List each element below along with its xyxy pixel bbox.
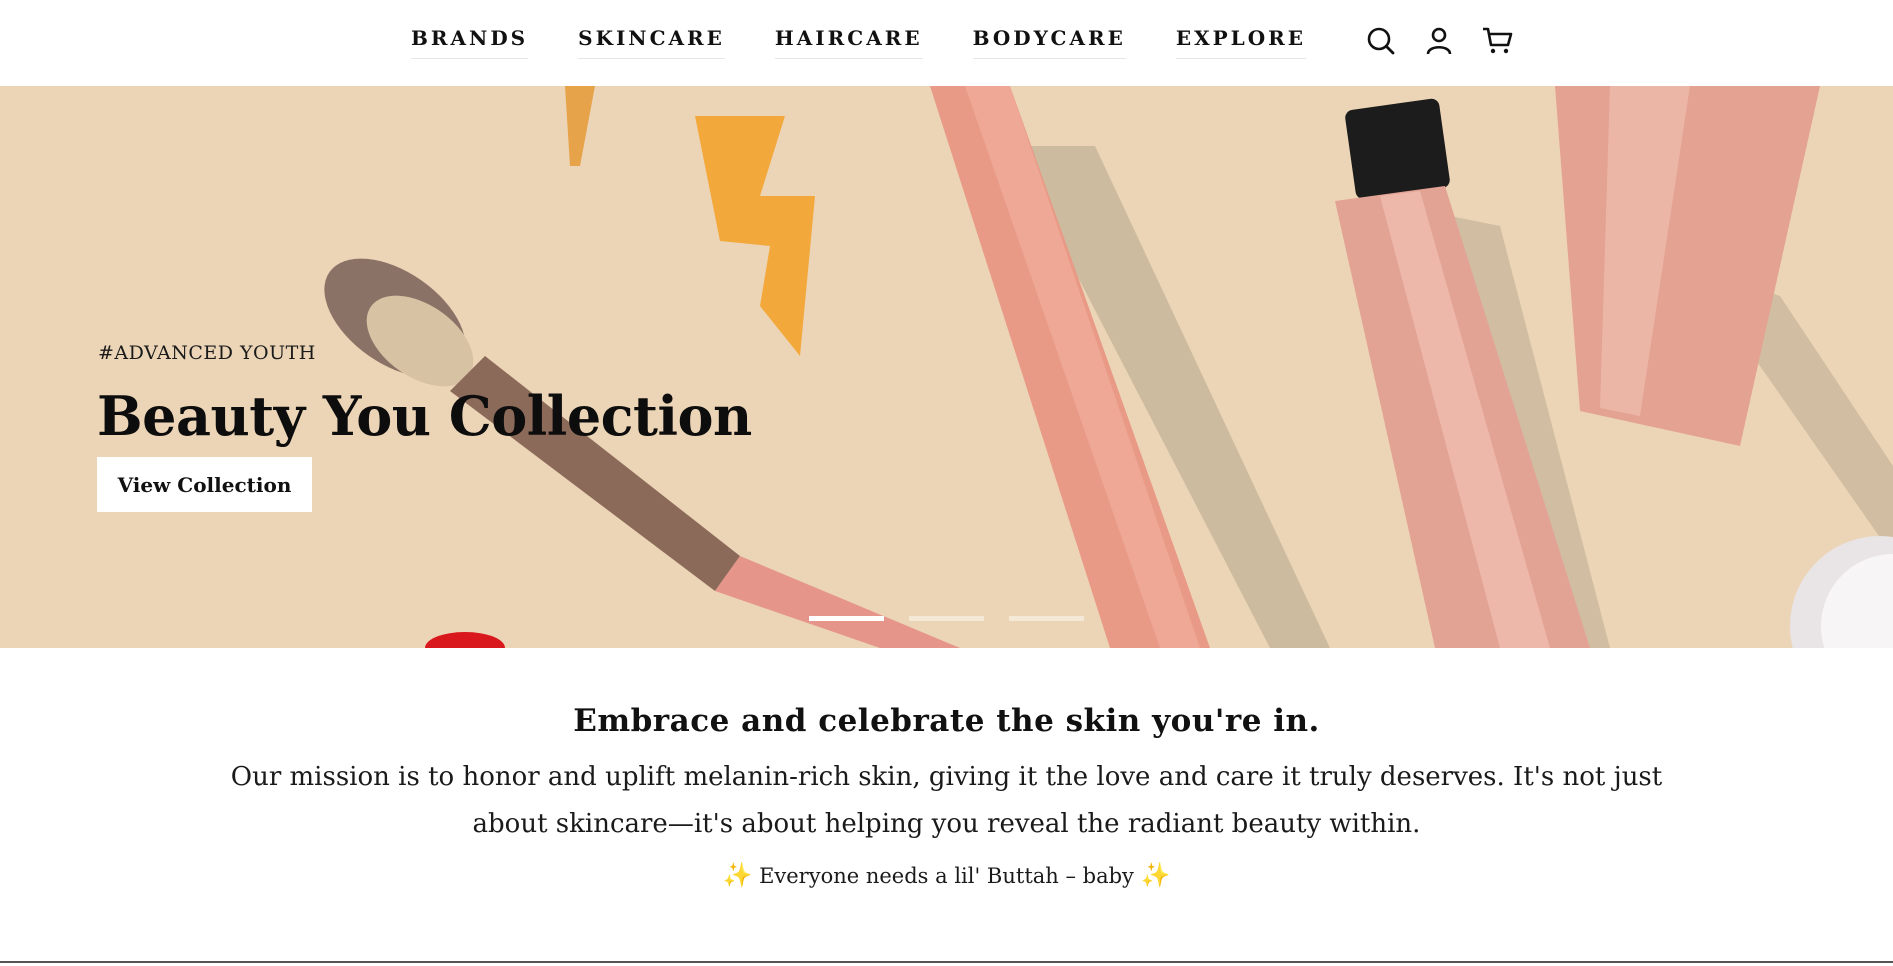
nav-item-explore[interactable]: EXPLORE — [1175, 26, 1307, 59]
nav-item-skincare[interactable]: SKINCARE — [578, 26, 725, 59]
sparkles-icon: ✨ — [722, 861, 753, 889]
hero-title: Beauty You Collection — [97, 384, 752, 448]
carousel-dot-3[interactable] — [1009, 616, 1084, 621]
carousel-dots — [809, 616, 1084, 621]
divider — [0, 961, 1893, 963]
nav-item-brands[interactable]: BRANDS — [411, 26, 529, 59]
site-header: BRANDS SKINCARE HAIRCARE BODYCARE EXPLOR… — [0, 0, 1893, 86]
nav-item-haircare[interactable]: HAIRCARE — [774, 26, 923, 59]
view-collection-button[interactable]: View Collection — [97, 457, 312, 512]
mission-tagline: ✨ Everyone needs a lil' Buttah – baby ✨ — [0, 861, 1893, 889]
hero-image — [324, 86, 1893, 648]
tagline-text: Everyone needs a lil' Buttah – baby — [759, 864, 1134, 888]
hero-tag: #ADVANCED YOUTH — [98, 342, 316, 364]
hero-banner: #ADVANCED YOUTH Beauty You Collection Vi… — [0, 86, 1893, 648]
sparkles-icon: ✨ — [1140, 861, 1171, 889]
cart-icon[interactable] — [1480, 24, 1514, 58]
search-icon[interactable] — [1364, 24, 1398, 58]
mission-section: Embrace and celebrate the skin you're in… — [0, 648, 1893, 962]
header-icons — [1364, 24, 1514, 58]
mission-heading: Embrace and celebrate the skin you're in… — [573, 703, 1320, 739]
carousel-dot-2[interactable] — [909, 616, 984, 621]
account-icon[interactable] — [1422, 24, 1456, 58]
main-nav: BRANDS SKINCARE HAIRCARE BODYCARE EXPLOR… — [411, 26, 1307, 59]
nav-item-bodycare[interactable]: BODYCARE — [972, 26, 1126, 59]
carousel-dot-1[interactable] — [809, 616, 884, 621]
mission-text: Our mission is to honor and uplift melan… — [230, 762, 1663, 839]
